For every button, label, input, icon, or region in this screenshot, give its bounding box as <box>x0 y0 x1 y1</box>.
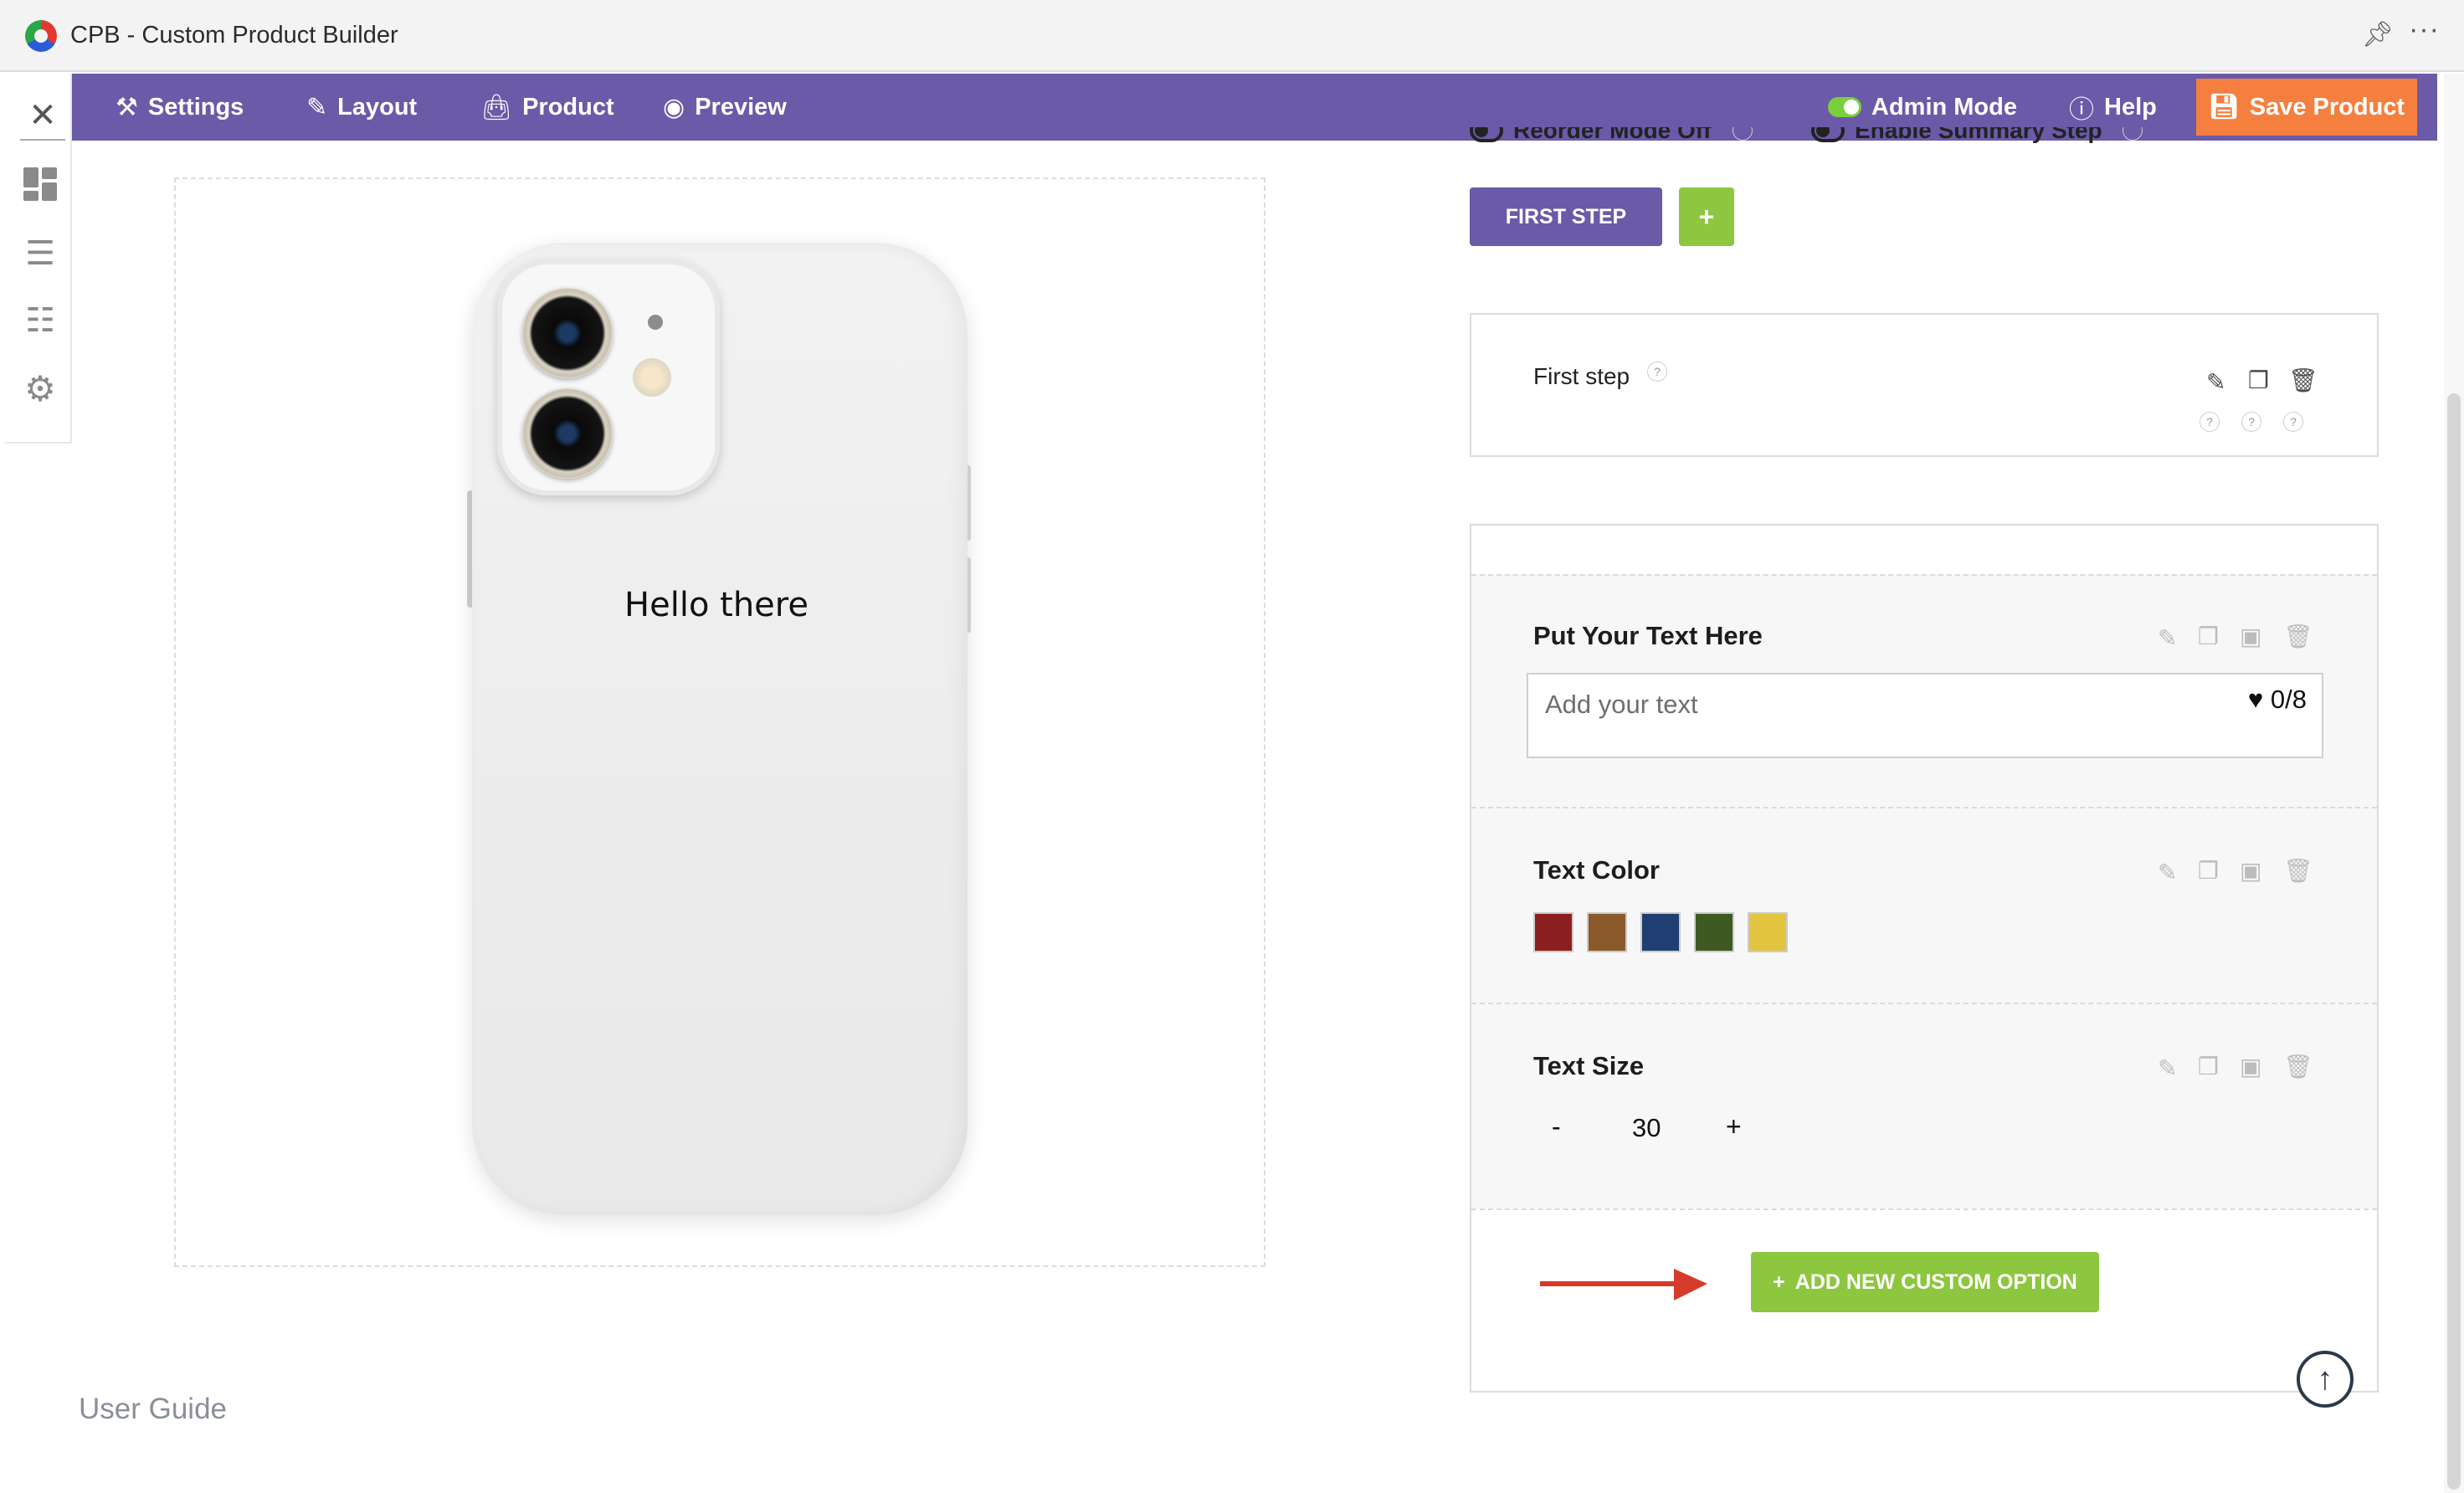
nav-layout[interactable]: ✎ Layout <box>306 74 417 141</box>
toggle-on-icon <box>1828 97 1861 117</box>
color-swatch[interactable] <box>1694 912 1734 952</box>
help-hint-icon[interactable] <box>2123 127 2143 141</box>
save-product-button[interactable]: 💾︎ Save Product <box>2196 79 2417 136</box>
tools-icon: ⚒ <box>116 93 138 121</box>
save-icon: 💾︎ <box>2208 94 2240 121</box>
engraved-text-preview[interactable]: Hello there <box>472 586 961 624</box>
scroll-to-top-button[interactable]: ↑ <box>2297 1351 2354 1408</box>
close-icon[interactable]: ✕ <box>20 90 65 141</box>
camera-module <box>497 259 720 495</box>
tab-first-step[interactable]: FIRST STEP <box>1470 187 1662 246</box>
edit-icon[interactable]: ✎ <box>2158 859 2177 886</box>
nav-product[interactable]: 👜︎ Product <box>480 74 614 141</box>
more-options-icon[interactable]: ··· <box>2409 13 2440 46</box>
summary-step-label: Enable Summary Step <box>1855 127 2102 143</box>
help-hint-icon[interactable]: ? <box>2241 412 2261 432</box>
color-swatch[interactable] <box>1748 912 1788 952</box>
option-text-size: Text Size ✎ ❐ ▣ 🗑︎ - 30 + <box>1471 1003 2377 1208</box>
option-title: Text Color <box>1533 855 1660 885</box>
nav-product-label: Product <box>522 93 614 121</box>
edit-icon[interactable]: ✎ <box>2158 1054 2177 1082</box>
side-panel: ✕ ☰ ☷ ⚙ <box>5 74 72 444</box>
step-card: First step ? ✎ ❐ 🗑︎ ? ? ? <box>1470 313 2379 457</box>
red-arrow-annotation <box>1540 1269 1707 1301</box>
help-hint-icon[interactable]: ? <box>2200 412 2220 432</box>
arrow-up-icon: ↑ <box>2317 1361 2333 1397</box>
option-text-field: Put Your Text Here ✎ ❐ ▣ 🗑︎ Add your tex… <box>1471 574 2377 807</box>
report-icon[interactable]: ☷ <box>20 301 60 341</box>
help-hint-icon[interactable]: ? <box>2283 412 2303 432</box>
nav-preview-label: Preview <box>695 93 787 121</box>
flash-icon <box>633 358 671 397</box>
step-title: First step <box>1533 363 1630 389</box>
color-swatch[interactable] <box>1587 912 1627 952</box>
step-toggles-row: Reorder Mode Off Enable Summary Step <box>1470 127 2223 152</box>
custom-text-input[interactable]: Add your text ♥ 0/8 <box>1527 673 2323 758</box>
camera-lens-icon <box>522 388 613 479</box>
text-input-placeholder: Add your text <box>1545 690 1698 719</box>
heart-icon: ♥ <box>2247 685 2264 714</box>
option-title: Text Size <box>1533 1051 1645 1080</box>
plus-icon: + <box>1773 1270 1785 1294</box>
trash-icon[interactable]: 🗑︎ <box>2283 1053 2313 1080</box>
eye-icon: ◉ <box>663 93 685 121</box>
trash-icon[interactable]: 🗑︎ <box>2283 623 2313 650</box>
add-step-button[interactable]: + <box>1679 187 1734 246</box>
app-logo-icon <box>25 20 57 52</box>
increase-size-button[interactable]: + <box>1726 1111 1742 1142</box>
duplicate-icon[interactable]: ❐ <box>2248 367 2269 394</box>
edit-icon[interactable]: ✎ <box>2158 624 2177 652</box>
decrease-size-button[interactable]: - <box>1552 1111 1561 1142</box>
help-hint-icon[interactable]: ? <box>1647 362 1667 382</box>
edit-icon[interactable]: ✎ <box>2206 368 2225 396</box>
nav-settings-label: Settings <box>147 93 244 121</box>
bag-icon: 👜︎ <box>480 93 513 121</box>
trash-icon[interactable]: 🗑︎ <box>2288 367 2318 394</box>
brush-icon: ✎ <box>306 93 328 121</box>
nav-settings[interactable]: ⚒ Settings <box>116 74 244 141</box>
color-swatch[interactable] <box>1533 912 1573 952</box>
window-titlebar: CPB - Custom Product Builder 📌︎ ··· <box>0 0 2464 72</box>
character-count: 0/8 <box>2270 685 2307 714</box>
save-product-label: Save Product <box>2249 93 2405 121</box>
list-search-icon[interactable]: ☰ <box>20 234 60 274</box>
microphone-dot <box>648 315 663 330</box>
help-circle-icon: ⓘ <box>2069 96 2094 124</box>
toggle-off-icon <box>1811 127 1845 142</box>
reorder-mode-toggle[interactable]: Reorder Mode Off <box>1470 127 1711 144</box>
size-value: 30 <box>1632 1113 1661 1142</box>
add-custom-option-button[interactable]: + ADD NEW CUSTOM OPTION <box>1751 1252 2099 1312</box>
nav-preview[interactable]: ◉ Preview <box>663 74 787 141</box>
image-icon[interactable]: ▣ <box>2240 623 2261 650</box>
dashboard-icon[interactable] <box>20 164 60 204</box>
help-hint-icon[interactable] <box>1732 127 1753 141</box>
help-label: Help <box>2104 93 2157 121</box>
duplicate-icon[interactable]: ❐ <box>2198 1053 2219 1080</box>
scrollbar-thumb[interactable] <box>2447 393 2461 1490</box>
duplicate-icon[interactable]: ❐ <box>2198 857 2219 885</box>
image-icon[interactable]: ▣ <box>2240 857 2261 885</box>
summary-step-toggle[interactable]: Enable Summary Step <box>1811 127 2102 144</box>
reorder-mode-label: Reorder Mode Off <box>1513 127 1712 143</box>
character-counter: ♥ 0/8 <box>2248 685 2307 715</box>
image-icon[interactable]: ▣ <box>2240 1053 2261 1080</box>
duplicate-icon[interactable]: ❐ <box>2198 623 2219 650</box>
admin-mode-label: Admin Mode <box>1871 93 2017 121</box>
trash-icon[interactable]: 🗑︎ <box>2283 857 2313 885</box>
gear-icon[interactable]: ⚙ <box>20 368 60 408</box>
camera-lens-icon <box>522 288 613 378</box>
add-custom-option-label: ADD NEW CUSTOM OPTION <box>1794 1270 2077 1294</box>
window-title: CPB - Custom Product Builder <box>70 22 398 49</box>
user-guide-link[interactable]: User Guide <box>79 1393 227 1426</box>
toggle-off-icon <box>1470 127 1503 142</box>
option-title: Put Your Text Here <box>1533 621 1763 650</box>
nav-layout-label: Layout <box>337 93 418 121</box>
pin-icon[interactable]: 📌︎ <box>2362 20 2394 49</box>
divider <box>1471 1208 2377 1210</box>
color-swatch[interactable] <box>1640 912 1681 952</box>
option-text-color: Text Color ✎ ❐ ▣ 🗑︎ <box>1471 807 2377 1003</box>
